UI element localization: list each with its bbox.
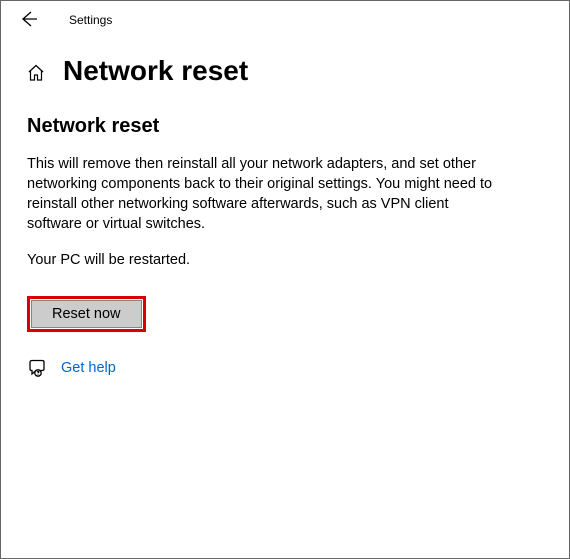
reset-button-highlight: Reset now	[27, 296, 146, 332]
get-help-icon	[27, 358, 47, 378]
back-arrow-icon[interactable]	[19, 9, 47, 32]
app-name: Settings	[69, 13, 112, 27]
titlebar: Settings	[1, 1, 569, 39]
restart-notice: Your PC will be restarted.	[27, 252, 543, 268]
content-area: Network reset This will remove then rein…	[1, 87, 569, 378]
section-heading: Network reset	[27, 115, 543, 138]
reset-now-button[interactable]: Reset now	[31, 300, 142, 328]
get-help-row: Get help	[27, 358, 543, 378]
page-header: Network reset	[1, 39, 569, 87]
description-text: This will remove then reinstall all your…	[27, 154, 507, 234]
get-help-link[interactable]: Get help	[61, 360, 116, 376]
home-icon[interactable]	[25, 62, 47, 84]
page-title: Network reset	[63, 55, 248, 87]
